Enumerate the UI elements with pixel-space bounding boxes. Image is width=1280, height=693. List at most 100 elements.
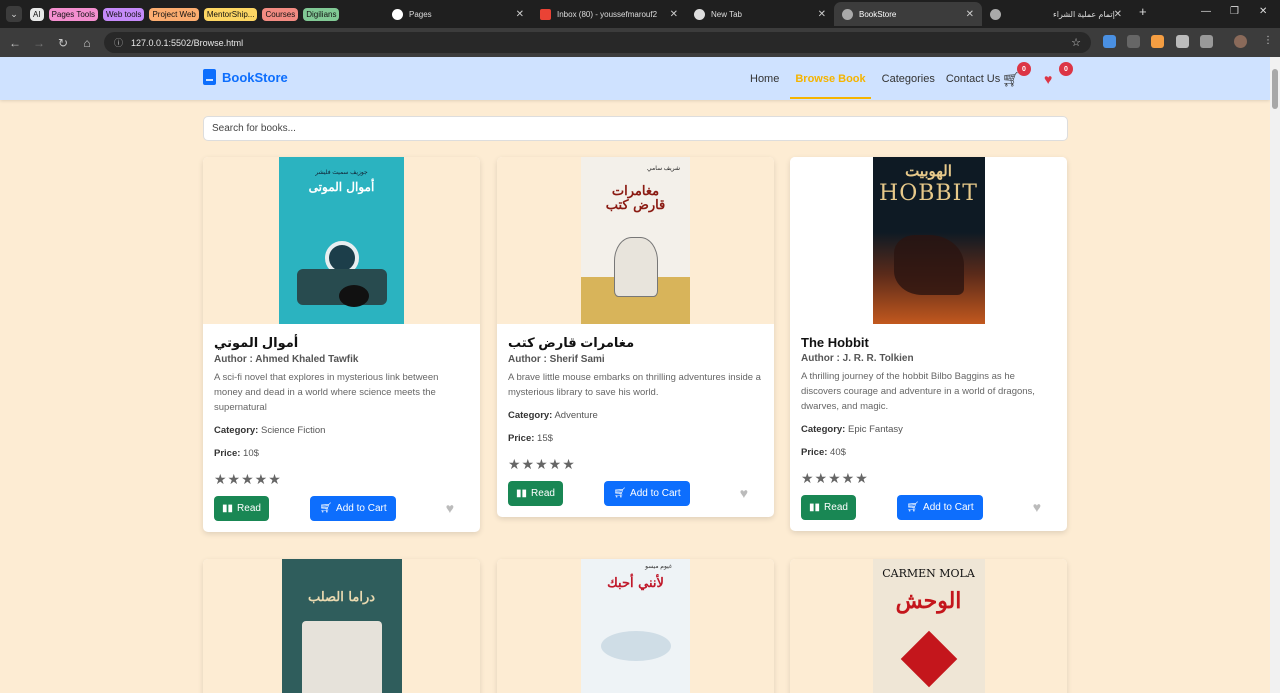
cart-icon: 🛒︎ [1002, 71, 1020, 87]
book-card: غيوم ميسو لأنني أحبك [497, 559, 774, 693]
cart-icon: 🛒︎ [906, 502, 920, 513]
star-rating[interactable]: ★★★★★ [801, 470, 1056, 487]
extension-icon[interactable] [1176, 35, 1189, 48]
scrollbar-thumb[interactable] [1272, 69, 1278, 109]
cart-icon: 🛒︎ [319, 503, 333, 514]
extension-icon[interactable] [1151, 35, 1164, 48]
minimize-icon[interactable]: — [1201, 6, 1211, 17]
book-description: A brave little mouse embarks on thrillin… [508, 372, 761, 398]
address-bar[interactable]: ⓘ 127.0.0.1:5502/Browse.html ☆ [104, 32, 1091, 53]
add-to-cart-button[interactable]: 🛒︎ Add to Cart [310, 496, 396, 521]
star-rating[interactable]: ★★★★★ [214, 471, 469, 488]
read-button[interactable]: ▮▮ Read [214, 496, 269, 521]
category-value: Science Fiction [260, 425, 326, 436]
tab-group-mentorship[interactable]: MentorShip... [203, 7, 258, 21]
favorite-heart-icon[interactable]: ♥ [446, 500, 454, 516]
wishlist-button[interactable]: ♥ 0 [1044, 62, 1073, 87]
brand-logo[interactable]: BookStore [203, 69, 288, 85]
search-input[interactable] [203, 116, 1068, 141]
profile-avatar[interactable] [1234, 35, 1247, 48]
tab-checkout[interactable]: إتمام عملية الشراء ✕ [982, 2, 1130, 26]
read-button[interactable]: ▮▮ Read [508, 481, 563, 506]
book-card: CARMEN MOLA الوحش [790, 559, 1067, 693]
cart-button[interactable]: 🛒︎ 0 [1002, 62, 1031, 88]
download-extension-icon[interactable] [1103, 35, 1116, 48]
back-icon[interactable]: ← [3, 36, 27, 50]
card-actions: ▮▮ Read 🛒︎ Add to Cart ♥ [508, 481, 763, 506]
tab-bookstore[interactable]: BookStore ✕ [834, 2, 982, 26]
tab-group-ai[interactable]: AI [30, 7, 44, 21]
tab-title: إتمام عملية الشراء [1053, 9, 1115, 19]
bookmark-star-icon[interactable]: ☆ [1071, 36, 1081, 49]
favorite-heart-icon[interactable]: ♥ [740, 485, 748, 501]
read-button[interactable]: ▮▮ Read [801, 495, 856, 520]
tab-group-project-web[interactable]: Project Web [149, 7, 199, 21]
book-title: The Hobbit [801, 335, 869, 350]
close-icon[interactable]: ✕ [1114, 9, 1122, 20]
tab-new-tab[interactable]: New Tab ✕ [686, 2, 834, 26]
cover-area: شريف سامي مغامرات قارض كتب [497, 157, 774, 324]
tab-title: Inbox (80) - youssefmarouf2 [557, 9, 658, 19]
tab-group-web-tools[interactable]: Web tools [103, 7, 145, 21]
price-value: 40$ [830, 447, 846, 458]
book-cover[interactable]: الهوبيت HOBBIT [872, 157, 985, 324]
extensions-puzzle-icon[interactable] [1200, 35, 1213, 48]
add-to-cart-button[interactable]: 🛒︎ Add to Cart [604, 481, 690, 506]
star-rating[interactable]: ★★★★★ [508, 456, 763, 473]
tab-title: BookStore [859, 9, 897, 19]
open-book-icon: ▮▮ [809, 502, 821, 513]
close-icon[interactable]: ✕ [670, 9, 678, 20]
book-card: دراما الصلب [203, 559, 480, 693]
restore-icon[interactable]: ❐ [1230, 6, 1239, 17]
menu-kebab-icon[interactable]: ⋮ [1256, 35, 1280, 46]
browser-toolbar: ← → ↻ ⌂ ⓘ 127.0.0.1:5502/Browse.html ☆ ⋮ [0, 28, 1280, 57]
category-value: Epic Fantasy [847, 424, 903, 435]
cover-illustration [600, 631, 671, 661]
page-scrollbar[interactable] [1270, 57, 1280, 693]
book-cover[interactable]: CARMEN MOLA الوحش [872, 559, 985, 693]
nav-browse-book[interactable]: Browse Book [790, 59, 871, 99]
book-cover[interactable]: شريف سامي مغامرات قارض كتب [581, 157, 690, 324]
cart-count-badge: 0 [1017, 62, 1031, 76]
cover-title: لأنني أحبك [607, 576, 664, 591]
category-value: Adventure [554, 410, 598, 421]
tab-group-courses[interactable]: Courses [262, 7, 299, 21]
reload-icon[interactable]: ↻ [51, 36, 75, 50]
window-close-icon[interactable]: ✕ [1259, 6, 1267, 17]
tab-inbox[interactable]: Inbox (80) - youssefmarouf2 ✕ [532, 2, 686, 26]
close-icon[interactable]: ✕ [966, 9, 974, 20]
cover-area: جوزيف سميث فليشر أموال الموتى [203, 157, 480, 324]
close-icon[interactable]: ✕ [818, 9, 826, 20]
book-category: Category: Science Fiction [214, 425, 469, 436]
add-to-cart-button[interactable]: 🛒︎ Add to Cart [897, 495, 983, 520]
book-price: Price: 10$ [214, 448, 469, 459]
category-label: Category: [508, 410, 553, 421]
home-icon[interactable]: ⌂ [75, 36, 99, 50]
eyedropper-extension-icon[interactable] [1127, 35, 1140, 48]
tab-search-icon[interactable]: ⌄ [6, 6, 22, 22]
book-cover[interactable]: غيوم ميسو لأنني أحبك [581, 559, 690, 693]
new-tab-button[interactable]: + [1139, 4, 1147, 19]
book-cover[interactable]: دراما الصلب [281, 559, 402, 693]
nav-contact-us[interactable]: Contact Us [946, 69, 1000, 89]
favorite-heart-icon[interactable]: ♥ [1033, 499, 1041, 515]
close-icon[interactable]: ✕ [516, 9, 524, 20]
site-info-icon[interactable]: ⓘ [114, 36, 123, 49]
read-label: Read [237, 503, 261, 514]
cover-illustration [893, 235, 964, 295]
cover-author: جوزيف سميث فليشر [315, 170, 368, 176]
category-label: Category: [214, 425, 259, 436]
forward-icon[interactable]: → [27, 36, 51, 50]
cover-area: CARMEN MOLA الوحش [790, 559, 1067, 693]
price-value: 15$ [537, 433, 553, 444]
nav-categories[interactable]: Categories [882, 69, 935, 89]
book-icon [203, 69, 216, 85]
tab-group-digilians[interactable]: Digilians [303, 7, 340, 21]
category-label: Category: [801, 424, 846, 435]
book-cover[interactable]: جوزيف سميث فليشر أموال الموتى [279, 157, 404, 324]
gmail-icon [540, 8, 551, 20]
tab-group-pages-tools[interactable]: Pages Tools [48, 7, 98, 21]
tab-pages[interactable]: Pages ✕ [384, 2, 532, 26]
card-body: The Hobbit Author : J. R. R. Tolkien A t… [790, 324, 1067, 531]
nav-home[interactable]: Home [750, 69, 779, 89]
